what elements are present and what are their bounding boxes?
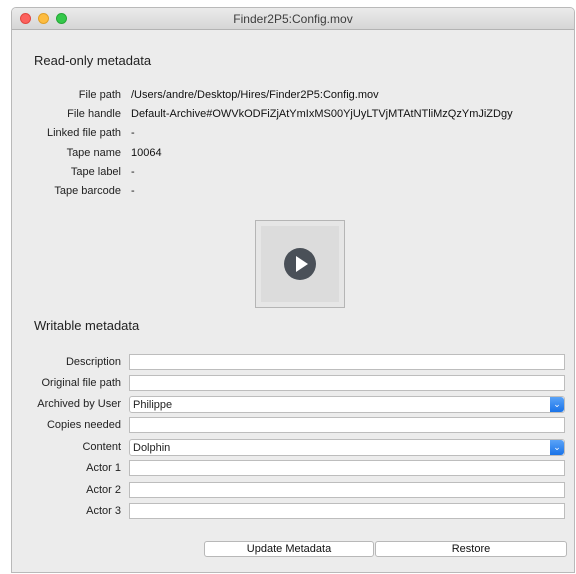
original-file-path-field[interactable] <box>129 375 565 391</box>
file-handle-label: File handle <box>67 108 121 120</box>
window-title: Finder2P5:Config.mov <box>233 12 353 26</box>
archived-by-user-label: Archived by User <box>37 398 121 410</box>
restore-button[interactable]: Restore <box>375 541 567 557</box>
media-preview <box>255 220 345 308</box>
chevron-down-icon[interactable]: ⌄ <box>550 397 564 412</box>
actor-3-field[interactable] <box>129 503 565 519</box>
tape-barcode-value: - <box>131 185 135 197</box>
file-handle-value: Default-Archive#OWVkODFiZjAtYmIxMS00YjUy… <box>131 108 513 120</box>
actor-1-field[interactable] <box>129 460 565 476</box>
tape-name-label: Tape name <box>66 147 121 159</box>
tape-barcode-label: Tape barcode <box>54 185 121 197</box>
original-file-path-label: Original file path <box>41 377 122 389</box>
copies-needed-field[interactable] <box>129 417 565 433</box>
tape-label-label: Tape label <box>70 166 121 178</box>
description-field[interactable] <box>129 354 565 370</box>
title-bar: Finder2P5:Config.mov <box>12 8 574 30</box>
actor-1-label: Actor 1 <box>86 462 121 474</box>
tape-label-value: - <box>131 166 135 178</box>
linked-file-path-label: Linked file path <box>47 127 121 139</box>
app-window: Finder2P5:Config.mov Read-only metadata … <box>11 7 575 573</box>
file-path-value: /Users/andre/Desktop/Hires/Finder2P5:Con… <box>131 89 379 101</box>
writable-section-title: Writable metadata <box>34 318 140 333</box>
description-label: Description <box>65 356 121 368</box>
file-path-label: File path <box>78 89 121 101</box>
actor-2-field[interactable] <box>129 482 565 498</box>
chevron-down-icon[interactable]: ⌄ <box>550 440 564 455</box>
linked-file-path-value: - <box>131 127 135 139</box>
update-metadata-button[interactable]: Update Metadata <box>204 541 374 557</box>
archived-by-user-select[interactable]: Philippe ⌄ <box>129 396 565 413</box>
media-preview-area <box>261 226 339 302</box>
content-select[interactable]: Dolphin ⌄ <box>129 439 565 456</box>
tape-name-value: 10064 <box>131 147 162 159</box>
content-label: Content <box>82 441 121 453</box>
archived-by-user-value: Philippe <box>133 399 173 411</box>
content-value: Dolphin <box>133 442 171 454</box>
actor-3-label: Actor 3 <box>86 505 121 517</box>
copies-needed-label: Copies needed <box>46 419 121 431</box>
play-icon[interactable] <box>284 248 316 280</box>
actor-2-label: Actor 2 <box>86 484 121 496</box>
readonly-section-title: Read-only metadata <box>34 53 152 68</box>
